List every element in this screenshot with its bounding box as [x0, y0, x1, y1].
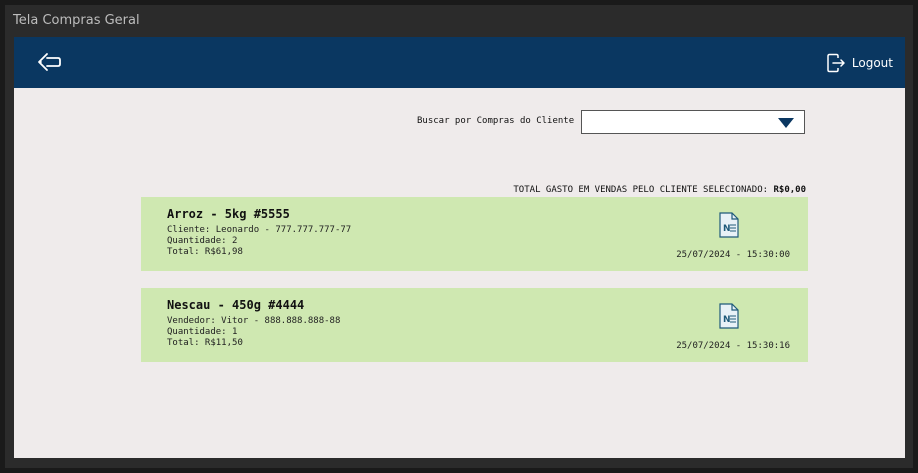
total-spent-value: R$0,00 — [773, 185, 806, 195]
purchase-title: Nescau - 450g #4444 — [167, 298, 305, 312]
top-bar: Logout — [14, 37, 905, 88]
purchase-total: Total: R$61,98 — [167, 247, 243, 257]
client-select[interactable] — [581, 110, 805, 134]
invoice-document-icon[interactable]: N — [719, 303, 739, 329]
purchase-person: Cliente: Leonardo - 777.777.777-77 — [167, 225, 352, 235]
svg-text:N: N — [723, 224, 731, 234]
purchase-card: Arroz - 5kg #5555 Cliente: Leonardo - 77… — [141, 197, 808, 271]
logout-icon — [827, 53, 845, 73]
logout-button[interactable]: Logout — [826, 52, 893, 74]
total-spent-line: TOTAL GASTO EM VENDAS PELO CLIENTE SELEC… — [513, 183, 806, 197]
app-window: Tela Compras Geral Logout Buscar por Com… — [5, 5, 913, 468]
purchase-datetime: 25/07/2024 - 15:30:00 — [676, 250, 790, 260]
purchase-datetime: 25/07/2024 - 15:30:16 — [676, 341, 790, 351]
back-arrow-icon — [38, 53, 61, 71]
svg-text:N: N — [723, 315, 731, 325]
back-button[interactable] — [36, 51, 62, 73]
logout-label: Logout — [851, 56, 893, 70]
purchase-person: Vendedor: Vitor - 888.888.888-88 — [167, 316, 341, 326]
purchase-quantity: Quantidade: 1 — [167, 327, 238, 337]
search-label: Buscar por Compras do Cliente — [417, 116, 575, 126]
purchase-total: Total: R$11,50 — [167, 338, 243, 348]
total-spent-label: TOTAL GASTO EM VENDAS PELO CLIENTE SELEC… — [513, 185, 769, 195]
invoice-document-icon[interactable]: N — [719, 212, 739, 238]
chevron-down-icon — [778, 118, 794, 128]
main-content: Logout Buscar por Compras do Cliente TOT… — [14, 37, 905, 458]
purchase-quantity: Quantidade: 2 — [167, 236, 238, 246]
purchase-title: Arroz - 5kg #5555 — [167, 207, 290, 221]
window-title: Tela Compras Geral — [13, 13, 140, 28]
purchase-card: Nescau - 450g #4444 Vendedor: Vitor - 88… — [141, 288, 808, 362]
